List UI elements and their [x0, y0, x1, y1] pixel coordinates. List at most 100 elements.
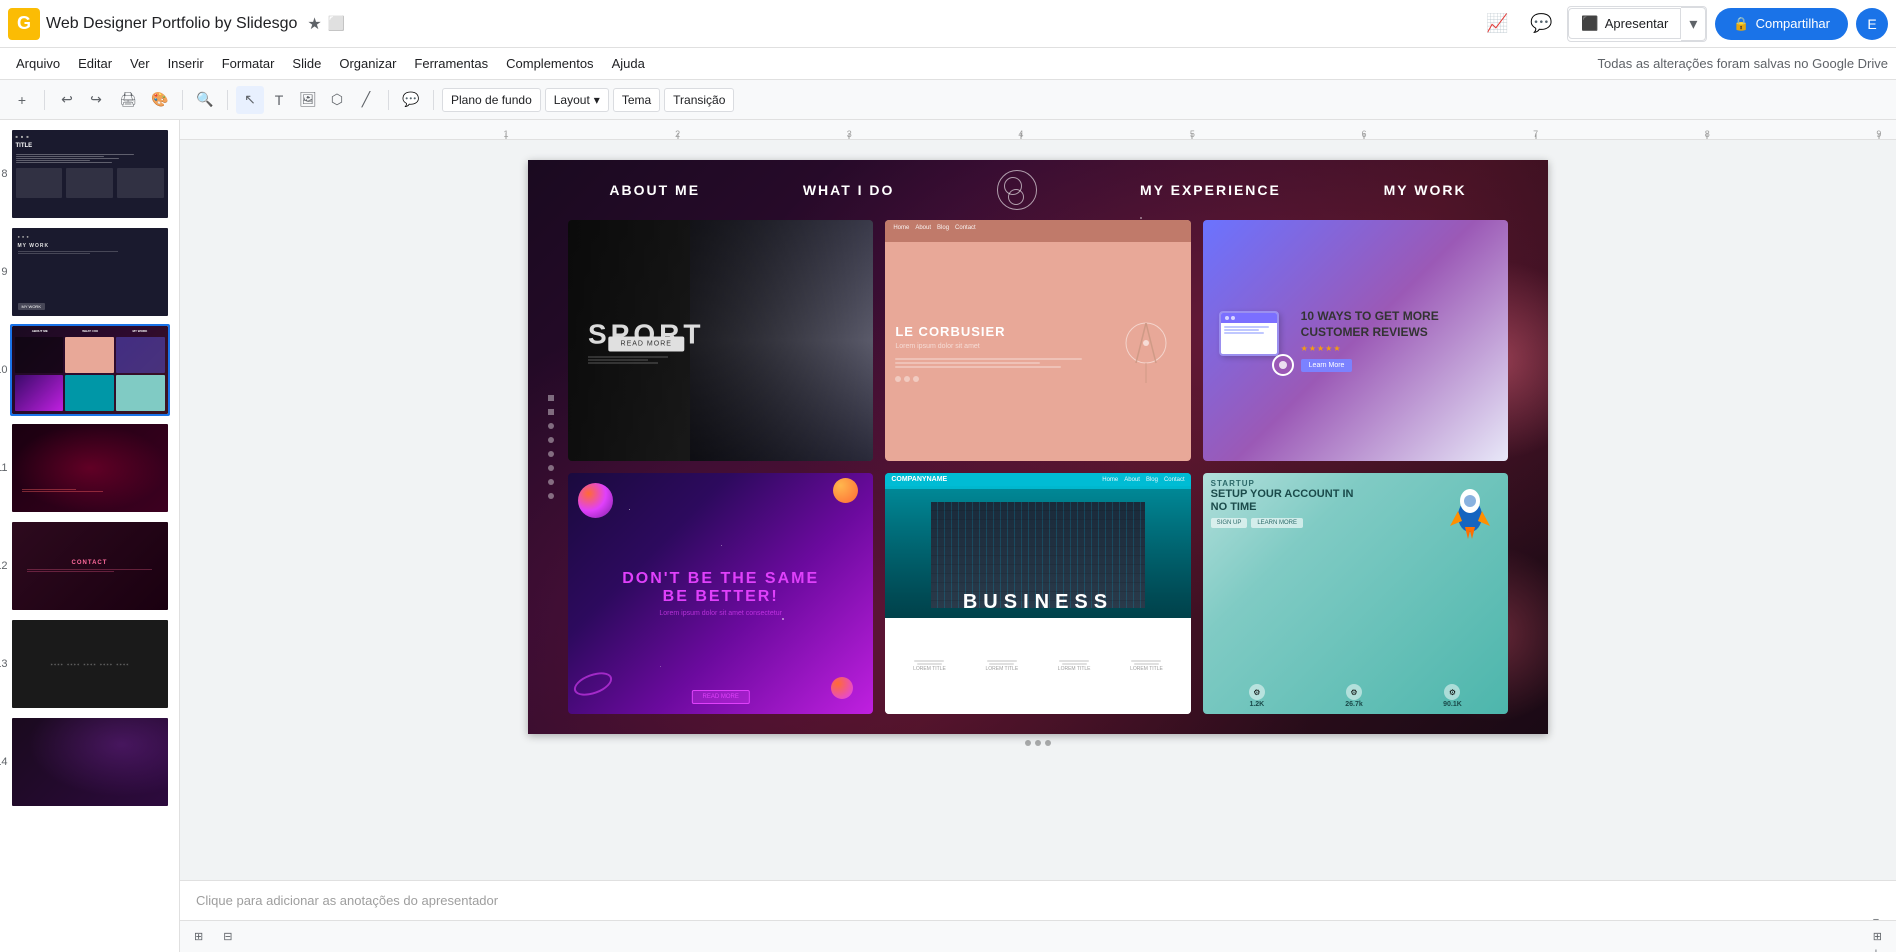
slide-preview-13: ✶✶✶✶ ✶✶✶✶ ✶✶✶✶ ✶✶✶✶ ✶✶✶✶ [12, 620, 168, 708]
corbusier-title: LE CORBUSIER [895, 324, 1102, 339]
add-button[interactable]: + [8, 86, 36, 114]
chat-icon[interactable]: 💬 [1523, 6, 1559, 42]
toolbar-divider-5 [433, 90, 434, 110]
slide-number-12: 12 [0, 560, 8, 572]
startup-title: SETUP YOUR ACCOUNT IN NO TIME [1211, 488, 1370, 514]
handle-dot-4 [548, 437, 554, 443]
theme-button[interactable]: Tema [613, 88, 660, 112]
undo-button[interactable]: ↩ [53, 86, 81, 114]
menu-complementos[interactable]: Complementos [498, 52, 601, 75]
redo-button[interactable]: ↪ [82, 86, 110, 114]
text-tool[interactable]: T [265, 86, 293, 114]
star-icon[interactable]: ★ [307, 14, 321, 34]
handle-dot-8 [548, 493, 554, 499]
sport-content: SPORT READ MORE [568, 220, 873, 461]
menu-ajuda[interactable]: Ajuda [604, 52, 653, 75]
print-button[interactable]: 🖨 [114, 86, 142, 114]
notes-area[interactable]: Clique para adicionar as anotações do ap… [180, 880, 1896, 920]
slide-number-9: 9 [0, 266, 8, 278]
nav-work: MY WORK [1384, 182, 1467, 198]
line-tool[interactable]: ╱ [352, 86, 380, 114]
menu-formatar[interactable]: Formatar [214, 52, 283, 75]
avatar[interactable]: E [1856, 8, 1888, 40]
star-2: ★ [1309, 344, 1316, 353]
menu-organizar[interactable]: Organizar [331, 52, 404, 75]
analytics-icon[interactable]: 📈 [1479, 6, 1515, 42]
transition-button[interactable]: Transição [664, 88, 734, 112]
reviews-cta-button[interactable]: Learn More [1301, 359, 1353, 372]
cursor-tool[interactable]: ↖ [236, 86, 264, 114]
slide-thumb-10[interactable]: 10 ABOUT ME WHAT I DO MY WORK [10, 324, 170, 416]
space-planet-1 [578, 483, 613, 518]
comment-button[interactable]: 💬 [397, 86, 425, 114]
toolbar-divider-1 [44, 90, 45, 110]
corbusier-nav: Home About Blog Contact [893, 225, 1182, 231]
slide-thumb-9[interactable]: 9 ● ● ● MY WORK MY WORK [10, 226, 170, 318]
slide-preview-8: ■ ■ ■ TITLE [12, 130, 168, 218]
folder-icon[interactable]: ⬜ [328, 15, 345, 32]
menu-editar[interactable]: Editar [70, 52, 120, 75]
card-sport[interactable]: SPORT READ MORE [568, 220, 873, 461]
space-readmore-button[interactable]: READ MORE [691, 690, 749, 704]
slide-preview-11 [12, 424, 168, 512]
menu-ferramentas[interactable]: Ferramentas [406, 52, 496, 75]
present-button[interactable]: ⬛ Apresentar [1568, 8, 1681, 39]
slide-canvas[interactable]: ABOUT ME WHAT I DO MY EXPERIENCE MY WORK [528, 160, 1548, 734]
menu-slide[interactable]: Slide [284, 52, 329, 75]
menu-ver[interactable]: Ver [122, 52, 158, 75]
zoom-out-button[interactable]: − [1867, 912, 1888, 928]
slide-preview-12: CONTACT [12, 522, 168, 610]
notes-placeholder: Clique para adicionar as anotações do ap… [196, 893, 498, 908]
menu-arquivo[interactable]: Arquivo [8, 52, 68, 75]
card-corbusier[interactable]: Home About Blog Contact LE CORBUSIER Lor… [885, 220, 1190, 461]
nav-about: ABOUT ME [609, 182, 700, 198]
canvas-area[interactable]: ABOUT ME WHAT I DO MY EXPERIENCE MY WORK [180, 140, 1896, 880]
slide-thumb-12[interactable]: 12 CONTACT [10, 520, 170, 612]
slide-number-10: 10 [0, 364, 8, 376]
slide-navigation: ABOUT ME WHAT I DO MY EXPERIENCE MY WORK [528, 160, 1548, 220]
menu-inserir[interactable]: Inserir [160, 52, 212, 75]
card-startup[interactable]: STARTUP SETUP YOUR ACCOUNT IN NO TIME SI… [1203, 473, 1508, 714]
handle-dot-b1 [1025, 740, 1031, 746]
present-dropdown-button[interactable]: ▾ [1681, 7, 1706, 41]
portfolio-grid: SPORT READ MORE [568, 220, 1508, 714]
handle-dot-2 [548, 409, 554, 415]
slide-number-14: 14 [0, 756, 8, 768]
star-1: ★ [1301, 344, 1308, 353]
shape-tool[interactable]: ⬡ [323, 86, 351, 114]
image-tool[interactable]: 🖼 [294, 86, 322, 114]
star-3: ★ [1317, 344, 1324, 353]
layout-button[interactable]: Layout▾ [545, 88, 609, 112]
background-button[interactable]: Plano de fundo [442, 88, 541, 112]
slide-thumb-11[interactable]: 11 [10, 422, 170, 514]
space-line2: BE BETTER! [622, 588, 819, 606]
topbar-right: 📈 💬 ⬛ Apresentar ▾ 🔒 Compartilhar E [1479, 6, 1888, 42]
slide-thumb-14[interactable]: 14 [10, 716, 170, 808]
ruler-top: 1 2 3 4 5 6 7 8 9 [180, 120, 1896, 140]
handle-dot-6 [548, 465, 554, 471]
startup-stat-3: 90.1K [1443, 701, 1462, 708]
card-space[interactable]: DON'T BE THE SAME BE BETTER! Lorem ipsum… [568, 473, 873, 714]
toolbar-divider-4 [388, 90, 389, 110]
card-business[interactable]: COMPANYNAME Home About Blog Contact [885, 473, 1190, 714]
slide-number-13: 13 [0, 658, 8, 670]
sport-readmore: READ MORE [609, 336, 684, 351]
doc-title: Web Designer Portfolio by Slidesgo [46, 15, 297, 33]
share-button[interactable]: 🔒 Compartilhar [1715, 8, 1848, 40]
paint-format-button[interactable]: 🎨 [146, 86, 174, 114]
zoom-in-button[interactable]: + [1867, 945, 1888, 952]
bottom-bar: ⊞ ⊟ − ⊞ + [180, 920, 1896, 952]
corbusier-compass [1111, 245, 1181, 461]
app-icon: G [8, 8, 40, 40]
zoom-button[interactable]: 🔍 [191, 86, 219, 114]
startup-btn2[interactable]: LEARN MORE [1251, 518, 1303, 528]
grid-view-button[interactable]: ⊞ [188, 928, 209, 945]
star-4: ★ [1325, 344, 1332, 353]
card-reviews[interactable]: 10 WAYS TO GET MORE CUSTOMER REVIEWS ★ ★… [1203, 220, 1508, 461]
menubar: Arquivo Editar Ver Inserir Formatar Slid… [0, 48, 1896, 80]
zoom-fit-button[interactable]: ⊞ [1867, 928, 1888, 945]
startup-btn1[interactable]: SIGN UP [1211, 518, 1248, 528]
slide-thumb-13[interactable]: 13 ✶✶✶✶ ✶✶✶✶ ✶✶✶✶ ✶✶✶✶ ✶✶✶✶ [10, 618, 170, 710]
filmstrip-view-button[interactable]: ⊟ [217, 928, 238, 945]
slide-thumb-8[interactable]: 8 ■ ■ ■ TITLE [10, 128, 170, 220]
